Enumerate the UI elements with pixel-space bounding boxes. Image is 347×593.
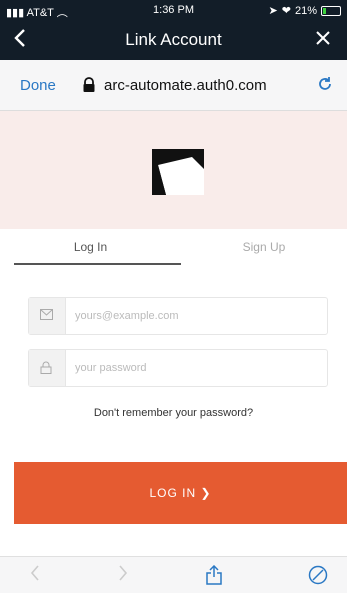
tab-signup[interactable]: Sign Up xyxy=(181,229,347,265)
nav-title: Link Account xyxy=(125,30,222,49)
close-icon xyxy=(316,31,330,45)
open-in-safari-button[interactable] xyxy=(308,565,328,590)
lock-icon xyxy=(83,77,95,92)
reload-icon xyxy=(319,77,331,90)
battery-percent: 21% xyxy=(294,4,317,17)
auth-header xyxy=(0,111,347,229)
close-button[interactable] xyxy=(315,28,331,50)
email-field xyxy=(28,297,328,335)
done-button[interactable]: Done xyxy=(20,77,56,94)
password-icon-box xyxy=(29,350,66,386)
tab-login[interactable]: Log In xyxy=(0,229,181,265)
forgot-password-link[interactable]: Don't remember your password? xyxy=(0,407,347,419)
compass-icon xyxy=(308,565,328,585)
share-icon xyxy=(206,564,222,585)
email-input[interactable] xyxy=(73,298,317,334)
nav-bar: Link Account xyxy=(0,20,347,60)
password-input[interactable] xyxy=(73,350,317,386)
chevron-left-icon xyxy=(30,565,39,581)
browser-back-button[interactable] xyxy=(30,565,40,586)
browser-url-bar: Done arc-automate.auth0.com xyxy=(0,60,347,111)
app-logo xyxy=(152,149,204,195)
status-right: ➤ ❤ 21% xyxy=(269,4,341,17)
auth-tabs: Log In Sign Up xyxy=(0,229,347,265)
alarm-icon: ❤ xyxy=(281,5,291,17)
url-text[interactable]: arc-automate.auth0.com xyxy=(104,77,267,94)
chevron-right-icon xyxy=(119,565,128,581)
share-button[interactable] xyxy=(206,564,222,590)
lock-icon xyxy=(40,361,52,374)
envelope-icon xyxy=(40,309,53,320)
status-bar: ▮▮▮ AT&T ︵ 1:36 PM ➤ ❤ 21% xyxy=(0,0,347,20)
reload-button[interactable] xyxy=(317,76,333,97)
browser-toolbar xyxy=(0,556,347,593)
login-button[interactable]: LOG IN ❯ xyxy=(14,462,347,524)
browser-forward-button[interactable] xyxy=(118,565,128,586)
login-form: Don't remember your password? LOG IN ❯ xyxy=(0,265,347,560)
password-field xyxy=(28,349,328,387)
battery-icon xyxy=(321,5,341,16)
email-icon-box xyxy=(29,298,66,334)
location-icon: ➤ xyxy=(268,5,278,17)
